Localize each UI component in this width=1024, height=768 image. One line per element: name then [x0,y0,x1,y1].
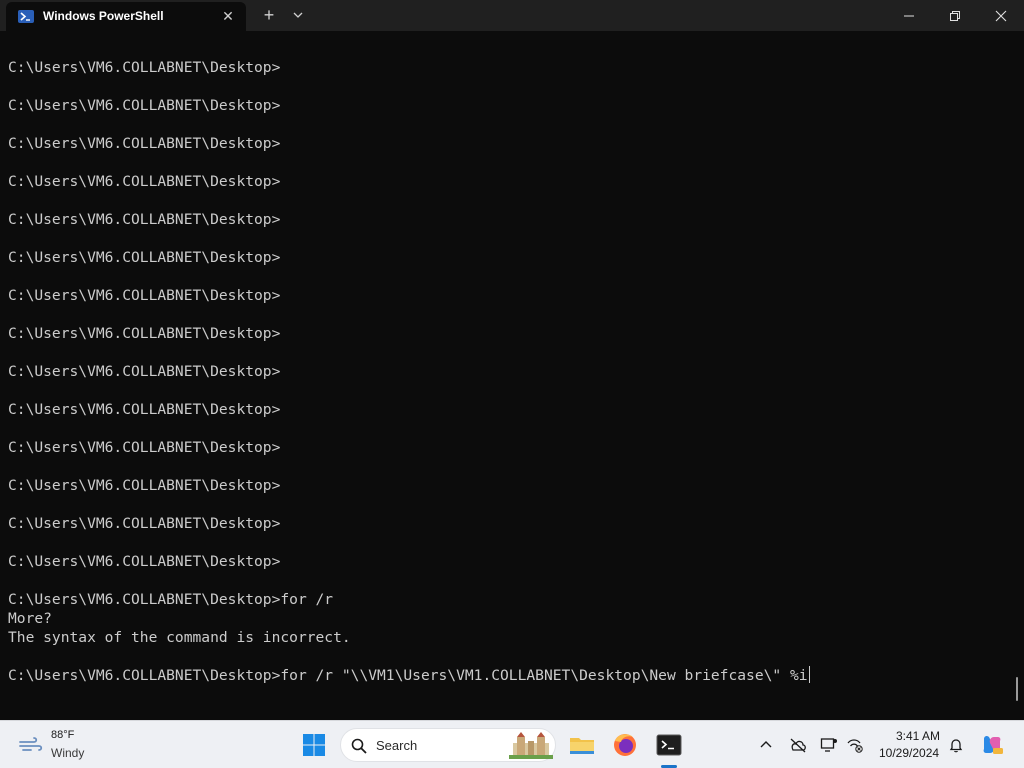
clock-time: 3:41 AM [896,729,941,743]
title-bar: Windows PowerShell ✕ + [0,0,1024,31]
taskbar: 88°F Windy Search 3:41 AM 10/29/2024 [0,720,1024,768]
wind-icon [19,737,43,751]
bell-icon [949,739,963,753]
prompt-line: C:\Users\VM6.COLLABNET\Desktop> [8,97,281,114]
clock-date: 10/29/2024 [879,746,940,760]
current-command: C:\Users\VM6.COLLABNET\Desktop>for /r "\… [8,667,808,684]
prompt-line: C:\Users\VM6.COLLABNET\Desktop> [8,325,281,342]
powershell-icon [18,10,34,23]
prompt-line: C:\Users\VM6.COLLABNET\Desktop> [8,173,281,190]
network-icon [847,739,863,753]
error-message: The syntax of the command is incorrect. [8,629,351,646]
tab-close-button[interactable]: ✕ [220,8,236,24]
new-tab-button[interactable]: + [260,5,278,25]
firefox-icon [614,734,636,756]
start-button[interactable] [298,729,330,761]
close-button[interactable] [978,0,1024,31]
taskbar-search[interactable]: Search [340,728,556,762]
terminal-icon [656,734,682,756]
restore-icon [950,10,960,21]
prompt-line: C:\Users\VM6.COLLABNET\Desktop> [8,515,281,532]
weather-description: Windy [51,746,85,760]
network-tray-button[interactable] [845,735,865,755]
prompt-line: C:\Users\VM6.COLLABNET\Desktop> [8,59,281,76]
tab-windows-powershell[interactable]: Windows PowerShell ✕ [6,2,246,31]
display-tray-button[interactable] [819,735,839,755]
current-input-line[interactable]: C:\Users\VM6.COLLABNET\Desktop>for /r "\… [8,666,810,685]
terminal-taskbar-button[interactable] [653,729,685,761]
show-hidden-icons-button[interactable] [756,735,776,755]
copilot-button[interactable] [980,733,1004,757]
prompt-line: C:\Users\VM6.COLLABNET\Desktop> [8,287,281,304]
weather-temperature: 88°F [51,729,75,741]
prompt-line: C:\Users\VM6.COLLABNET\Desktop> [8,211,281,228]
display-icon [820,738,837,752]
prompt-line: C:\Users\VM6.COLLABNET\Desktop> [8,477,281,494]
onedrive-offline-icon [790,738,806,753]
firefox-button[interactable] [609,729,641,761]
folder-icon [570,738,594,754]
notifications-button[interactable] [946,735,966,755]
terminal-output[interactable]: C:\Users\VM6.COLLABNET\Desktop> C:\Users… [0,31,1024,720]
tab-title: Windows PowerShell [43,9,164,23]
file-explorer-button[interactable] [566,729,598,761]
prompt-line: C:\Users\VM6.COLLABNET\Desktop> [8,553,281,570]
prompt-line: C:\Users\VM6.COLLABNET\Desktop> [8,135,281,152]
minimize-button[interactable] [886,0,932,31]
prompt-line: C:\Users\VM6.COLLABNET\Desktop> [8,249,281,266]
text-cursor [808,666,810,683]
windows-logo-icon [303,734,325,756]
chevron-up-icon [760,741,772,748]
scrollbar-thumb[interactable] [1016,677,1018,701]
onedrive-tray-button[interactable] [788,735,808,755]
search-placeholder: Search [376,738,418,753]
search-highlight-castle-icon [509,732,553,759]
command-line: C:\Users\VM6.COLLABNET\Desktop>for /r [8,591,334,608]
prompt-line: C:\Users\VM6.COLLABNET\Desktop> [8,439,281,456]
prompt-line: C:\Users\VM6.COLLABNET\Desktop> [8,363,281,380]
minimize-icon [904,15,914,16]
chevron-down-icon [293,12,303,18]
copilot-icon [983,735,1003,755]
close-icon [995,10,1007,21]
search-icon [351,738,367,754]
prompt-line: C:\Users\VM6.COLLABNET\Desktop> [8,401,281,418]
maximize-button[interactable] [932,0,978,31]
tab-dropdown-button[interactable] [290,6,306,24]
continuation-prompt: More? [8,610,52,627]
